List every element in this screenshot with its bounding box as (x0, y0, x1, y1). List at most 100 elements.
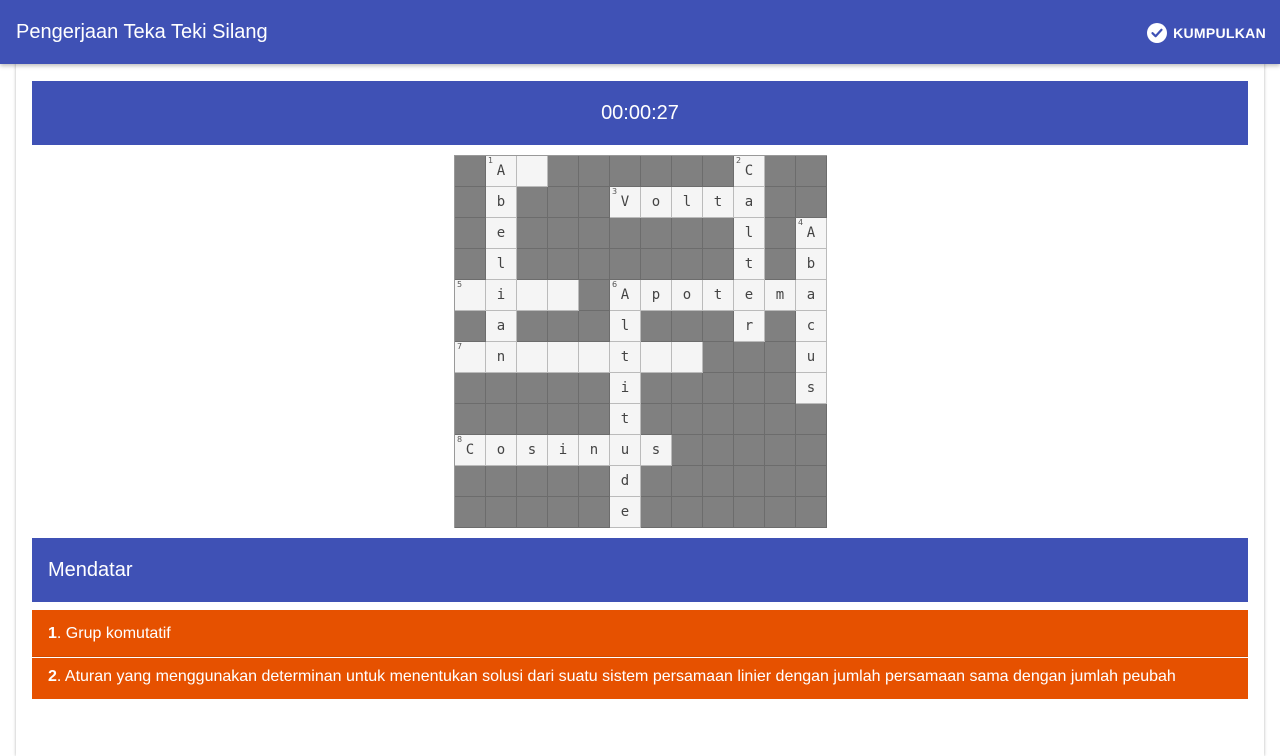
grid-cell[interactable] (517, 156, 548, 187)
submit-button-label: KUMPULKAN (1173, 25, 1266, 41)
clue-number-label: 1 (488, 156, 494, 165)
grid-cell[interactable] (672, 342, 703, 373)
grid-cell-blocked (765, 187, 796, 218)
grid-cell-blocked (579, 249, 610, 280)
grid-cell[interactable]: o (486, 435, 517, 466)
grid-cell[interactable]: l (610, 311, 641, 342)
grid-cell-blocked (734, 373, 765, 404)
grid-letter: a (496, 318, 506, 334)
grid-letter: s (527, 442, 537, 458)
grid-cell-blocked (548, 497, 579, 528)
grid-cell-blocked (455, 497, 486, 528)
grid-cell[interactable]: o (641, 187, 672, 218)
grid-cell[interactable] (548, 342, 579, 373)
grid-cell-blocked (734, 404, 765, 435)
grid-cell[interactable]: t (703, 280, 734, 311)
grid-cell[interactable]: i (548, 435, 579, 466)
grid-cell-blocked (517, 373, 548, 404)
grid-cell-blocked (455, 466, 486, 497)
clue-item[interactable]: 1. Grup komutatif (32, 610, 1248, 657)
grid-letter: d (620, 473, 630, 489)
grid-cell[interactable]: o (672, 280, 703, 311)
clue-item[interactable]: 2. Aturan yang menggunakan determinan un… (32, 658, 1248, 699)
grid-cell[interactable] (517, 280, 548, 311)
grid-cell-blocked (734, 497, 765, 528)
grid-cell-blocked (641, 497, 672, 528)
grid-cell[interactable]: n (486, 342, 517, 373)
grid-letter: C (744, 163, 754, 179)
grid-cell[interactable]: b (486, 187, 517, 218)
grid-cell-blocked (796, 187, 827, 218)
grid-cell-blocked (517, 311, 548, 342)
grid-cell[interactable]: r (734, 311, 765, 342)
grid-cell[interactable]: b (796, 249, 827, 280)
grid-cell[interactable] (548, 280, 579, 311)
grid-cell[interactable]: 6A (610, 280, 641, 311)
grid-cell-blocked (455, 373, 486, 404)
grid-cell[interactable]: 5 (455, 280, 486, 311)
grid-cell-blocked (796, 435, 827, 466)
grid-cell[interactable]: 4A (796, 218, 827, 249)
grid-cell[interactable]: d (610, 466, 641, 497)
grid-cell[interactable]: e (610, 497, 641, 528)
grid-cell[interactable]: n (579, 435, 610, 466)
grid-cell-blocked (703, 373, 734, 404)
grid-cell[interactable]: u (796, 342, 827, 373)
grid-cell-blocked (765, 435, 796, 466)
grid-cell[interactable] (579, 342, 610, 373)
grid-cell-blocked (548, 156, 579, 187)
grid-letter: A (620, 287, 630, 303)
grid-cell-blocked (579, 156, 610, 187)
grid-letter: b (806, 256, 816, 272)
grid-cell[interactable]: m (765, 280, 796, 311)
grid-cell-blocked (703, 435, 734, 466)
grid-cell[interactable]: l (486, 249, 517, 280)
clue-number: 1 (48, 625, 57, 642)
grid-cell-blocked (455, 249, 486, 280)
grid-cell[interactable]: a (734, 187, 765, 218)
grid-cell[interactable]: s (641, 435, 672, 466)
clue-number-label: 3 (612, 187, 618, 196)
grid-cell[interactable]: 3V (610, 187, 641, 218)
grid-cell-blocked (765, 249, 796, 280)
grid-cell[interactable]: t (610, 342, 641, 373)
grid-cell[interactable]: a (486, 311, 517, 342)
grid-letter: a (806, 287, 816, 303)
grid-cell-blocked (672, 466, 703, 497)
submit-button[interactable]: KUMPULKAN (1147, 21, 1266, 45)
grid-cell[interactable]: c (796, 311, 827, 342)
grid-cell[interactable]: i (610, 373, 641, 404)
grid-letter: e (744, 287, 754, 303)
grid-cell[interactable]: e (734, 280, 765, 311)
grid-cell[interactable]: t (610, 404, 641, 435)
grid-cell-blocked (579, 466, 610, 497)
grid-cell[interactable]: t (703, 187, 734, 218)
grid-cell-blocked (455, 218, 486, 249)
grid-cell[interactable]: u (610, 435, 641, 466)
grid-letter: i (620, 380, 630, 396)
grid-cell[interactable]: 8C (455, 435, 486, 466)
grid-cell[interactable]: l (734, 218, 765, 249)
grid-cell[interactable]: e (486, 218, 517, 249)
grid-letter: A (496, 163, 506, 179)
grid-cell[interactable]: 7 (455, 342, 486, 373)
grid-cell[interactable]: s (796, 373, 827, 404)
grid-cell[interactable]: i (486, 280, 517, 311)
grid-cell[interactable]: 1A (486, 156, 517, 187)
grid-cell[interactable]: 2C (734, 156, 765, 187)
grid-cell-blocked (455, 311, 486, 342)
grid-cell[interactable]: s (517, 435, 548, 466)
grid-cell[interactable] (517, 342, 548, 373)
grid-cell-blocked (672, 404, 703, 435)
grid-letter: t (620, 411, 630, 427)
grid-cell-blocked (486, 497, 517, 528)
grid-cell-blocked (765, 342, 796, 373)
grid-cell[interactable]: l (672, 187, 703, 218)
grid-cell[interactable]: p (641, 280, 672, 311)
grid-cell-blocked (796, 156, 827, 187)
grid-cell[interactable] (641, 342, 672, 373)
grid-cell[interactable]: t (734, 249, 765, 280)
grid-cell-blocked (734, 466, 765, 497)
grid-cell-blocked (672, 156, 703, 187)
grid-cell[interactable]: a (796, 280, 827, 311)
